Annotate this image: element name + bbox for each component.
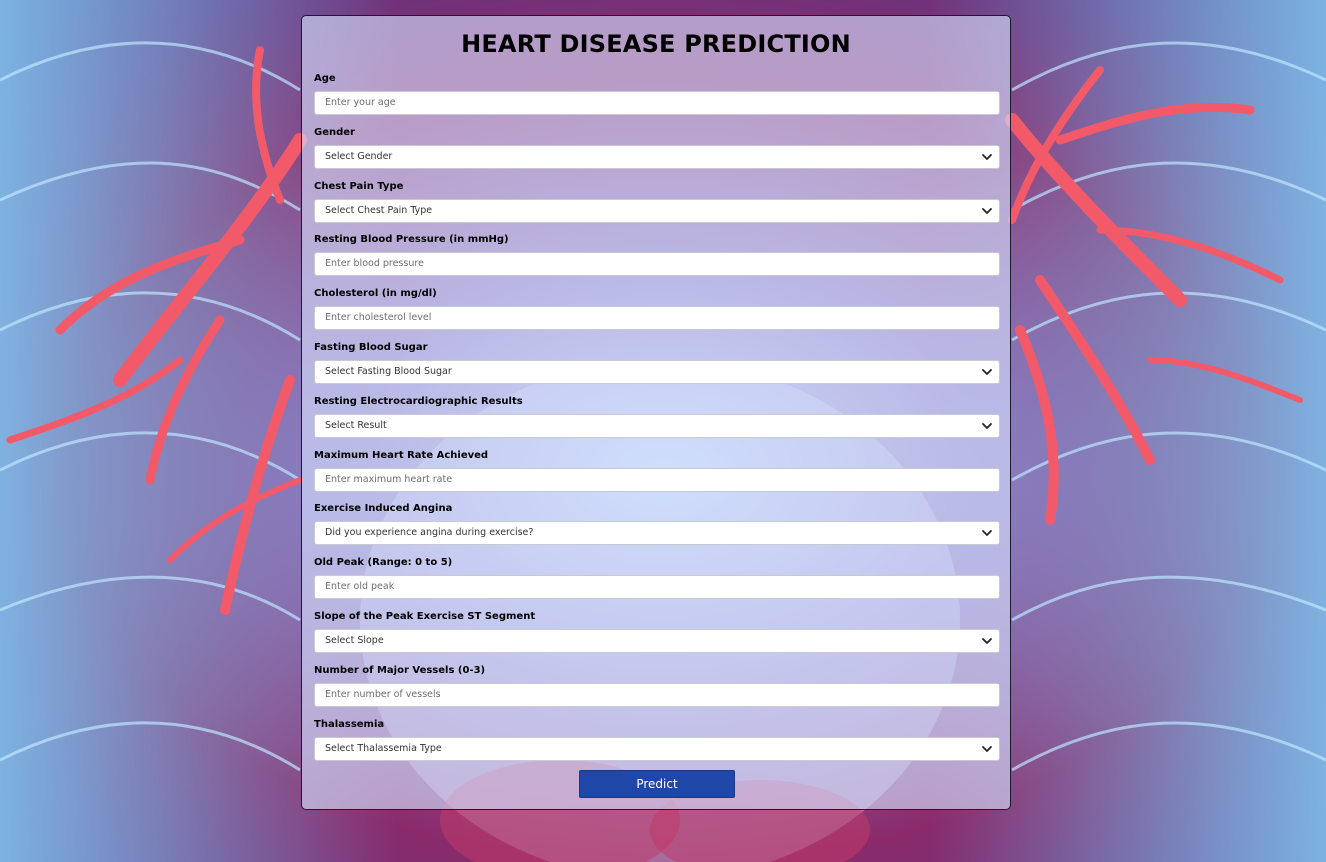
fasting-blood-sugar-selected-value: Select Fasting Blood Sugar [325, 366, 452, 377]
exercise-induced-angina-selected-value: Did you experience angina during exercis… [325, 527, 534, 538]
thalassemia-selected-value: Select Thalassemia Type [325, 743, 442, 754]
exercise-induced-angina-label: Exercise Induced Angina [314, 503, 453, 514]
fasting-blood-sugar-select[interactable]: Select Fasting Blood Sugar [314, 360, 1000, 384]
old-peak-input[interactable]: Enter old peak [314, 575, 1000, 599]
resting-blood-pressure-label: Resting Blood Pressure (in mmHg) [314, 234, 509, 245]
chest-pain-type-label: Chest Pain Type [314, 181, 404, 192]
resting-electrocardiographic-results-select[interactable]: Select Result [314, 414, 1000, 438]
cholesterol-label: Cholesterol (in mg/dl) [314, 288, 437, 299]
age-placeholder: Enter your age [325, 97, 396, 108]
resting-blood-pressure-placeholder: Enter blood pressure [325, 258, 424, 269]
chevron-down-icon [982, 746, 992, 752]
number-of-major-vessels-label: Number of Major Vessels (0-3) [314, 665, 486, 676]
old-peak-placeholder: Enter old peak [325, 581, 395, 592]
number-of-major-vessels-input[interactable]: Enter number of vessels [314, 683, 1000, 707]
chevron-down-icon [982, 369, 992, 375]
fasting-blood-sugar-label: Fasting Blood Sugar [314, 342, 428, 353]
exercise-induced-angina-select[interactable]: Did you experience angina during exercis… [314, 521, 1000, 545]
chevron-down-icon [982, 530, 992, 536]
age-input[interactable]: Enter your age [314, 91, 1000, 115]
chest-pain-type-select[interactable]: Select Chest Pain Type [314, 199, 1000, 223]
chevron-down-icon [982, 638, 992, 644]
resting-blood-pressure-input[interactable]: Enter blood pressure [314, 252, 1000, 276]
cholesterol-input[interactable]: Enter cholesterol level [314, 306, 1000, 330]
thalassemia-label: Thalassemia [314, 719, 385, 730]
chevron-down-icon [982, 154, 992, 160]
slope-of-the-peak-exercise-st-segment-selected-value: Select Slope [325, 635, 384, 646]
resting-electrocardiographic-results-selected-value: Select Result [325, 420, 387, 431]
slope-of-the-peak-exercise-st-segment-select[interactable]: Select Slope [314, 629, 1000, 653]
resting-electrocardiographic-results-label: Resting Electrocardiographic Results [314, 396, 523, 407]
chevron-down-icon [982, 208, 992, 214]
prediction-form-card: HEART DISEASE PREDICTION Age Enter your a… [301, 15, 1011, 810]
age-label: Age [314, 73, 336, 84]
maximum-heart-rate-achieved-input[interactable]: Enter maximum heart rate [314, 468, 1000, 492]
chevron-down-icon [982, 423, 992, 429]
chest-pain-type-selected-value: Select Chest Pain Type [325, 205, 433, 216]
slope-of-the-peak-exercise-st-segment-label: Slope of the Peak Exercise ST Segment [314, 611, 536, 622]
thalassemia-select[interactable]: Select Thalassemia Type [314, 737, 1000, 761]
form-title: HEART DISEASE PREDICTION [461, 30, 851, 58]
maximum-heart-rate-achieved-placeholder: Enter maximum heart rate [325, 474, 453, 485]
cholesterol-placeholder: Enter cholesterol level [325, 312, 432, 323]
old-peak-label: Old Peak (Range: 0 to 5) [314, 557, 453, 568]
number-of-major-vessels-placeholder: Enter number of vessels [325, 689, 441, 700]
gender-selected-value: Select Gender [325, 151, 393, 162]
predict-button[interactable]: Predict [579, 770, 735, 798]
gender-label: Gender [314, 127, 355, 138]
maximum-heart-rate-achieved-label: Maximum Heart Rate Achieved [314, 450, 489, 461]
gender-select[interactable]: Select Gender [314, 145, 1000, 169]
